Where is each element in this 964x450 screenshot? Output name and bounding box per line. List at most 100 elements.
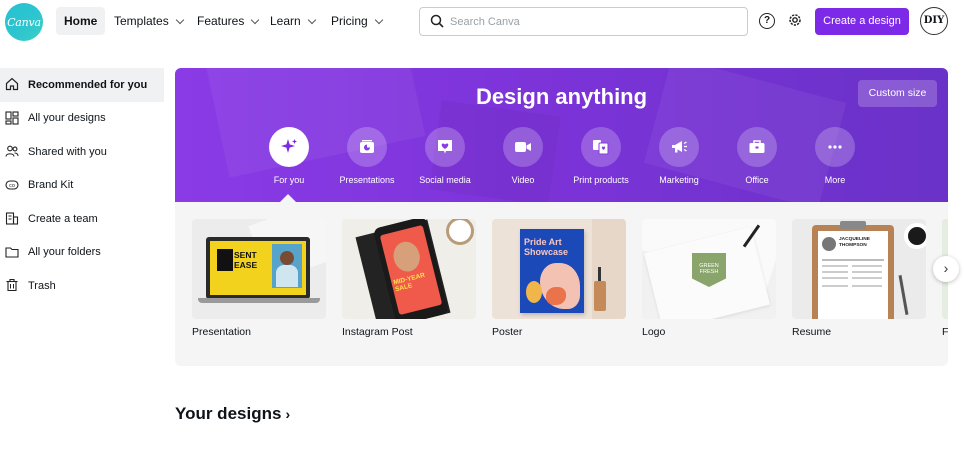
- sidebar-item-label: All your designs: [28, 112, 106, 125]
- template-card-label: F: [942, 326, 948, 338]
- sidebar-item-label: All your folders: [28, 246, 101, 259]
- sidebar-item-trash[interactable]: Trash: [0, 269, 164, 303]
- brand-kit-icon: co: [5, 179, 19, 190]
- poster-thumbnail: Pride Art Showcase: [492, 219, 626, 319]
- briefcase-icon: [749, 140, 765, 153]
- selected-category-pointer: [280, 194, 296, 202]
- nav-learn-label: Learn: [270, 14, 301, 28]
- template-card-presentation[interactable]: SENT EASE Presentation: [192, 219, 326, 338]
- category-more[interactable]: More: [796, 127, 874, 185]
- category-print-products[interactable]: Print products: [562, 127, 640, 185]
- megaphone-icon: [672, 141, 687, 153]
- instagram-post-thumbnail: MID-YEAR SALE: [342, 219, 476, 319]
- resume-thumbnail: JACQUELINE THOMPSON: [792, 219, 926, 319]
- category-label: Marketing: [659, 175, 699, 185]
- custom-size-button[interactable]: Custom size: [858, 80, 937, 107]
- search-box[interactable]: [419, 7, 748, 36]
- category-label: Video: [511, 175, 535, 185]
- category-marketing[interactable]: Marketing: [640, 127, 718, 185]
- create-design-button[interactable]: Create a design: [815, 8, 909, 35]
- sidebar-item-label: Shared with you: [28, 145, 107, 158]
- nav-features[interactable]: Features: [197, 7, 260, 35]
- template-card-label: Logo: [642, 326, 666, 338]
- template-carousel: SENT EASE Presentation MID-YEAR SALE Ins…: [175, 202, 948, 366]
- design-hero-banner: Design anything Custom size For you Pres…: [175, 68, 948, 202]
- presentation-icon: [360, 140, 374, 153]
- sidebar-item-brand-kit[interactable]: co Brand Kit: [0, 169, 164, 203]
- gear-icon[interactable]: [787, 12, 803, 28]
- sidebar-item-label: Brand Kit: [28, 179, 74, 192]
- svg-text:co: co: [9, 183, 15, 189]
- template-card-label: Poster: [492, 326, 523, 338]
- category-for-you[interactable]: For you: [250, 127, 328, 185]
- logo-text: Canva: [7, 15, 41, 29]
- trash-icon: [6, 278, 18, 292]
- category-label: Presentations: [339, 175, 395, 185]
- chevron-down-icon: [251, 15, 260, 24]
- nav-pricing-label: Pricing: [331, 14, 368, 28]
- your-designs-heading[interactable]: Your designs ›: [175, 404, 290, 424]
- help-icon[interactable]: ?: [759, 13, 775, 29]
- template-card-label: Presentation: [192, 326, 251, 338]
- top-navigation: Canva Home Templates Features Learn Pric…: [0, 0, 964, 45]
- sidebar-item-label: Create a team: [28, 212, 98, 225]
- sidebar-item-recommended[interactable]: Recommended for you: [0, 68, 164, 102]
- your-designs-title: Your designs: [175, 404, 282, 423]
- thumbnail-text: GREEN FRESH: [699, 263, 719, 275]
- category-office[interactable]: Office: [718, 127, 796, 185]
- folder-icon: [5, 246, 19, 258]
- grid-icon: [5, 110, 19, 125]
- template-card-label: Instagram Post: [342, 326, 413, 338]
- category-video[interactable]: Video: [484, 127, 562, 185]
- category-presentations[interactable]: Presentations: [328, 127, 406, 185]
- avatar[interactable]: DIY: [920, 7, 948, 35]
- template-card-instagram-post[interactable]: MID-YEAR SALE Instagram Post: [342, 219, 476, 338]
- logo-thumbnail: GREEN FRESH: [642, 219, 776, 319]
- search-icon: [430, 14, 444, 28]
- chevron-down-icon: [307, 15, 316, 24]
- sparkle-icon: [281, 139, 297, 153]
- carousel-next-button[interactable]: ›: [933, 256, 959, 282]
- more-dots-icon: [828, 145, 842, 149]
- template-card-resume[interactable]: JACQUELINE THOMPSON Resume: [792, 219, 926, 338]
- nav-features-label: Features: [197, 14, 245, 28]
- template-card-logo[interactable]: GREEN FRESH Logo: [642, 219, 776, 338]
- category-label: Print products: [573, 175, 629, 185]
- thumbnail-text: Pride Art Showcase: [524, 237, 569, 257]
- nav-templates-label: Templates: [114, 14, 169, 28]
- home-icon: [5, 77, 19, 91]
- nav-home[interactable]: Home: [56, 7, 106, 35]
- chevron-down-icon: [374, 15, 383, 24]
- heart-icon: [438, 140, 452, 154]
- video-camera-icon: [515, 142, 531, 152]
- sidebar-item-shared[interactable]: Shared with you: [0, 135, 164, 169]
- category-label: Social media: [419, 175, 471, 185]
- sidebar-item-folders[interactable]: All your folders: [0, 236, 164, 270]
- category-social-media[interactable]: Social media: [406, 127, 484, 185]
- category-label: For you: [273, 175, 305, 185]
- thumbnail-text: JACQUELINE THOMPSON: [839, 237, 870, 248]
- building-icon: [5, 212, 19, 225]
- thumbnail-text: SENT EASE: [234, 250, 258, 270]
- nav-templates[interactable]: Templates: [114, 7, 184, 35]
- chevron-right-icon: ›: [285, 406, 291, 422]
- thumbnail-text: MID-YEAR SALE: [392, 271, 426, 294]
- search-input[interactable]: [450, 12, 740, 32]
- presentation-thumbnail: SENT EASE: [192, 219, 326, 319]
- people-icon: [5, 145, 19, 157]
- category-label: Office: [745, 175, 769, 185]
- nav-learn[interactable]: Learn: [270, 7, 316, 35]
- sidebar-item-create-team[interactable]: Create a team: [0, 202, 164, 236]
- template-card-poster[interactable]: Pride Art Showcase Poster: [492, 219, 626, 338]
- sidebar: Recommended for you All your designs Sha…: [0, 68, 164, 303]
- canva-logo[interactable]: Canva: [5, 3, 43, 41]
- nav-pricing[interactable]: Pricing: [331, 7, 383, 35]
- sidebar-item-label: Recommended for you: [28, 78, 148, 91]
- print-icon: [593, 140, 609, 155]
- chevron-down-icon: [175, 15, 184, 24]
- category-label: More: [824, 175, 846, 185]
- sidebar-item-label: Trash: [28, 279, 56, 292]
- hero-title: Design anything: [475, 84, 648, 109]
- sidebar-item-all-designs[interactable]: All your designs: [0, 102, 164, 136]
- template-card-label: Resume: [792, 326, 832, 338]
